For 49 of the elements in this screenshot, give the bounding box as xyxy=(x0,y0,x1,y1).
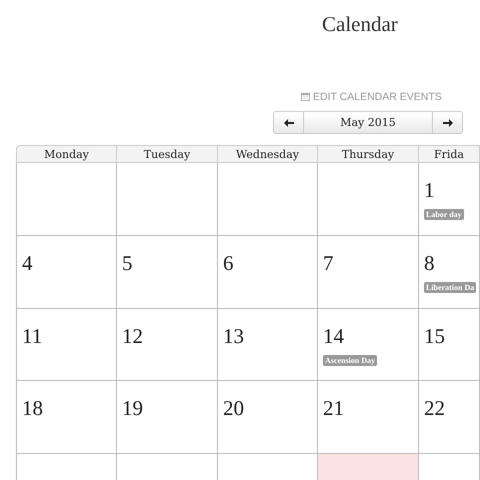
day-cell[interactable] xyxy=(318,454,419,480)
day-cell[interactable]: 14 Ascension Day xyxy=(318,309,419,381)
day-cell[interactable]: 1 Labor day xyxy=(419,163,480,236)
day-cell[interactable] xyxy=(16,163,117,236)
day-cell[interactable]: 6 xyxy=(218,236,318,309)
day-number: 8 xyxy=(424,250,434,276)
next-month-button[interactable] xyxy=(433,112,462,133)
weekday-header: Wednesday xyxy=(218,145,318,163)
day-number: 6 xyxy=(223,250,234,276)
day-number: 18 xyxy=(22,395,43,421)
day-number: 19 xyxy=(122,395,143,421)
day-number: 15 xyxy=(424,323,445,349)
weekday-header: Tuesday xyxy=(117,145,218,163)
day-number: 4 xyxy=(22,250,32,276)
month-label: May 2015 xyxy=(303,112,433,133)
day-number: 12 xyxy=(122,323,143,349)
day-cell[interactable]: 7 xyxy=(318,236,419,309)
right-arrow-icon xyxy=(442,118,452,126)
day-cell[interactable]: 4 xyxy=(16,236,117,309)
day-cell[interactable] xyxy=(16,454,117,480)
left-arrow-icon xyxy=(284,118,294,126)
day-cell[interactable]: 5 xyxy=(117,236,218,309)
day-cell[interactable]: 8 Liberation Da xyxy=(419,236,480,309)
day-number: 7 xyxy=(323,250,334,276)
day-cell[interactable]: 15 xyxy=(419,309,480,381)
day-number: 13 xyxy=(223,323,244,349)
previous-month-button[interactable] xyxy=(274,112,303,133)
day-cell[interactable]: 20 xyxy=(218,381,318,454)
day-cell[interactable]: 13 xyxy=(218,309,318,381)
day-number: 11 xyxy=(22,323,42,349)
day-cell[interactable]: 18 xyxy=(16,381,117,454)
day-cell[interactable]: 19 xyxy=(117,381,218,454)
day-number: 20 xyxy=(223,395,244,421)
day-number: 14 xyxy=(323,323,344,349)
day-cell[interactable]: 22 xyxy=(419,381,480,454)
day-number: 22 xyxy=(424,395,445,421)
day-cell[interactable]: 11 xyxy=(16,309,117,381)
weekday-header: Thursday xyxy=(318,145,419,163)
day-number: 21 xyxy=(323,395,344,421)
calendar-icon xyxy=(301,92,310,101)
day-cell[interactable] xyxy=(318,163,419,236)
weekday-header: Frida xyxy=(419,145,480,163)
page-title: Calendar xyxy=(321,11,399,38)
weekday-header: Monday xyxy=(16,145,117,163)
day-cell[interactable]: 12 xyxy=(117,309,218,381)
day-cell[interactable] xyxy=(218,163,318,236)
day-number: 5 xyxy=(122,250,132,276)
day-cell[interactable] xyxy=(117,163,218,236)
day-number: 1 xyxy=(424,177,434,203)
